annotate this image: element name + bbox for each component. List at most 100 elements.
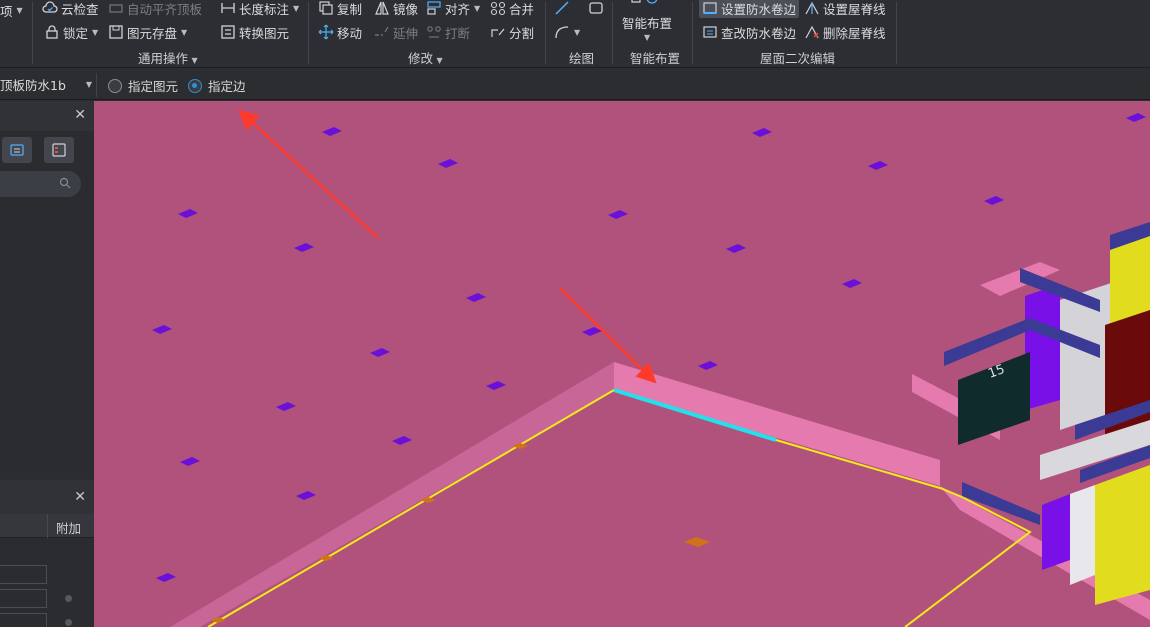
radio-specify-element-label: 指定图元 (128, 79, 179, 94)
mirror-button[interactable]: 镜像 (374, 0, 418, 18)
chevron-down-icon: ▼ (434, 56, 443, 65)
align-button[interactable]: 对齐 ▼ (426, 0, 480, 18)
chevron-down-icon: ▼ (16, 5, 23, 15)
group-divider (32, 2, 33, 64)
group-title-modify-label: 修改 (408, 51, 434, 66)
3d-viewport[interactable]: 15 (94, 101, 1150, 627)
set-rollup-label: 设置防水卷边 (721, 1, 797, 17)
property-value-field[interactable] (0, 613, 47, 627)
smart-layout-label: 智能布置 (622, 15, 673, 31)
lock-label: 锁定 (63, 25, 89, 41)
delete-ridge-line-button[interactable]: 删除屋脊线 (804, 22, 886, 42)
extend-icon (374, 24, 390, 40)
building-structure: 15 (944, 222, 1150, 605)
merge-label: 合并 (509, 1, 535, 17)
ribbon-toolbar: 项 ▼ 云检查 自动平齐顶板 长度标注 ▼ 锁定 ▼ 图元存盘 ▼ 转换图元 通用操作 … (0, 0, 1150, 68)
chevron-down-icon: ▼ (92, 27, 99, 37)
align-label: 对齐 (445, 1, 471, 17)
set-ridge-label: 设置屋脊线 (823, 1, 886, 17)
slab-marker (984, 196, 1004, 205)
structure-purple-column (1042, 494, 1070, 570)
radio-specify-edge-label: 指定边 (208, 79, 246, 94)
parapet-wall-group (170, 262, 1150, 627)
slab-marker (392, 436, 412, 445)
edit-waterproof-rollup-button[interactable]: 查改防水卷边 (702, 22, 796, 42)
radio-specify-edge[interactable]: 指定边 (188, 76, 246, 95)
attach-checkbox[interactable] (65, 595, 72, 602)
smart-layout-button[interactable]: 智能布置 (622, 12, 672, 32)
save-disk-icon (108, 24, 124, 40)
set-ridge-line-button[interactable]: 设置屋脊线 (804, 0, 886, 18)
convert-element-button[interactable]: 转换图元 (220, 22, 289, 42)
close-icon[interactable]: ✕ (74, 489, 86, 505)
set-waterproof-rollup-button[interactable]: 设置防水卷边 (699, 0, 800, 18)
break-icon (426, 24, 442, 40)
property-value-field[interactable] (0, 589, 47, 608)
mirror-icon (374, 0, 390, 16)
merge-button[interactable]: 合并 (490, 0, 534, 18)
panel-view-button-1[interactable] (2, 137, 32, 163)
dimension-icon (220, 0, 236, 16)
auto-flat-top-button[interactable]: 自动平齐顶板 (108, 0, 202, 18)
slab-marker (698, 361, 718, 370)
list-view-icon (9, 142, 25, 158)
element-save-button[interactable]: 图元存盘 ▼ (108, 22, 187, 42)
group-title-common-ops[interactable]: 通用操作 ▼ (138, 48, 198, 67)
panel-view-button-2[interactable] (44, 137, 74, 163)
attach-checkbox[interactable] (65, 619, 72, 626)
length-dimension-button[interactable]: 长度标注 ▼ (220, 0, 299, 18)
property-row[interactable] (0, 610, 94, 627)
radio-specify-element[interactable]: 指定图元 (108, 76, 178, 95)
slab-marker-orange (684, 537, 710, 547)
cloud-check-button[interactable]: 云检查 (42, 0, 99, 18)
draw-arc-button[interactable]: ▼ (554, 22, 580, 42)
arc-icon (554, 24, 570, 40)
extend-label: 延伸 (393, 25, 419, 41)
slab-marker (438, 159, 458, 168)
annotation-arrow (238, 109, 379, 239)
rectangle-icon (588, 0, 604, 16)
parapet-wall-left-face[interactable] (170, 362, 614, 627)
group-title-smart: 智能布置 (630, 51, 681, 66)
chevron-down-icon: ▼ (85, 80, 92, 89)
property-value-field[interactable] (0, 565, 47, 584)
group-title-modify[interactable]: 修改 ▼ (408, 48, 443, 67)
structure-white-block (1070, 485, 1095, 585)
break-button[interactable]: 打断 (426, 22, 470, 42)
panel-header: ✕ (0, 101, 94, 131)
convert-icon (220, 24, 236, 40)
move-label: 移动 (337, 25, 363, 41)
radio-selected-icon (188, 78, 202, 93)
close-icon[interactable]: ✕ (74, 107, 86, 123)
column-header-value (0, 514, 48, 538)
move-button[interactable]: 移动 (318, 22, 362, 42)
align-icon (426, 0, 442, 16)
draw-line-button[interactable] (554, 0, 570, 18)
structure-yellow-column (1095, 465, 1150, 605)
rollup-icon (702, 0, 718, 16)
search-icon (59, 177, 71, 189)
draw-rect-button[interactable] (588, 0, 604, 18)
selection-outline-left[interactable] (207, 389, 615, 627)
slab-marker (582, 327, 602, 336)
chevron-down-icon: ▼ (574, 27, 581, 37)
slab-marker-group (152, 113, 1146, 582)
flat-top-icon (108, 0, 124, 16)
property-row[interactable] (0, 562, 94, 586)
lock-icon (44, 24, 60, 40)
ribbon-partial-item[interactable]: 项 ▼ (0, 0, 23, 20)
search-input[interactable] (0, 171, 81, 197)
annotation-arrow (559, 287, 657, 384)
copy-button[interactable]: 复制 (318, 0, 362, 18)
property-row[interactable] (0, 586, 94, 610)
layer-dropdown[interactable]: 顶板防水1b ▼ (0, 75, 94, 95)
parapet-wall-top-face[interactable] (614, 362, 940, 486)
split-button[interactable]: 分割 (490, 22, 534, 42)
slab-marker (608, 210, 628, 219)
lock-button[interactable]: 锁定 ▼ (44, 22, 98, 42)
extend-button[interactable]: 延伸 (374, 22, 418, 42)
group-divider (692, 2, 693, 64)
chevron-down-icon: ▼ (181, 27, 188, 37)
slab-marker (726, 244, 746, 253)
slab-marker (370, 348, 390, 357)
